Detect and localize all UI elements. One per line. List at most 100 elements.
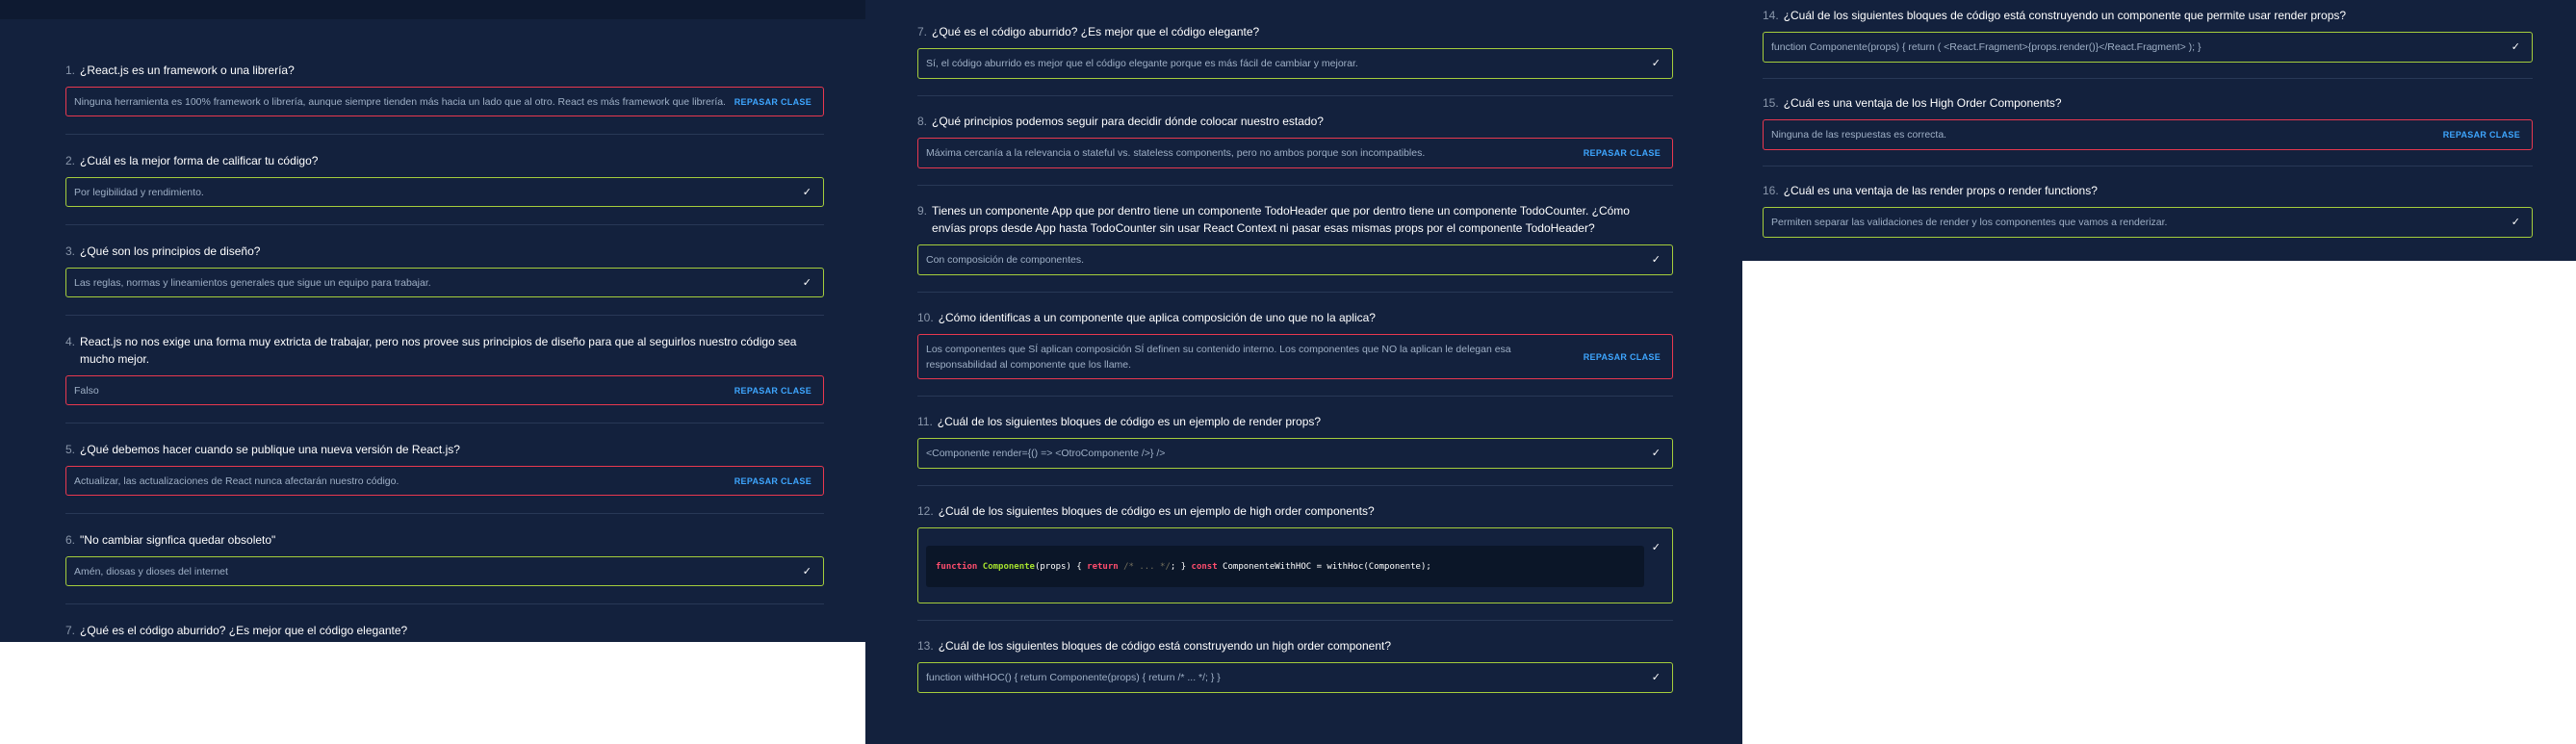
question-title: ¿Qué es el código aburrido? ¿Es mejor qu… [932,25,1260,38]
check-icon: ✓ [802,276,811,289]
question-number: 1. [65,64,76,77]
divider [65,224,824,225]
code-token: function [936,561,978,572]
answer-text: Ninguna herramienta es 100% framework o … [74,95,725,108]
divider [65,513,824,514]
question-title: ¿Cuál de los siguientes bloques de códig… [1783,9,2347,22]
review-class-link[interactable]: REPASAR CLASE [2443,127,2520,142]
answer-correct: function withHOC() { return Componente(p… [917,662,1673,693]
question-number: 14. [1763,9,1779,22]
question-list: 7. ¿Qué es el código aburrido? ¿Es mejor … [917,23,1673,693]
question-number: 13. [917,639,934,653]
question-number: 5. [65,443,76,456]
code-token: ComponenteWithHOC = withHoc(Componente); [1217,561,1431,572]
question-title: React.js no nos exige una forma muy extr… [80,335,797,366]
question-title: ¿Cómo identificas a un componente que ap… [938,311,1376,324]
review-class-link[interactable]: REPASAR CLASE [734,474,811,489]
question-number: 6. [65,533,76,547]
check-icon: ✓ [1651,254,1661,266]
review-class-link[interactable]: REPASAR CLASE [734,383,811,398]
code-token: const [1191,561,1218,572]
code-token: ; } [1170,561,1192,572]
answer-correct: Con composición de componentes. ✓ [917,244,1673,275]
check-icon: ✓ [802,565,811,577]
answer-text: function withHOC() { return Componente(p… [926,672,1221,683]
answer-correct: Sí, el código aburrido es mejor que el c… [917,48,1673,79]
question-title: "No cambiar signfica quedar obsoleto" [80,533,276,547]
answer-correct: Amén, diosas y dioses del internet ✓ [65,556,824,586]
answer-text: Las reglas, normas y lineamientos genera… [74,276,431,289]
quiz-results-panel-2: 7. ¿Qué es el código aburrido? ¿Es mejor … [865,0,1742,744]
answer-text: Ninguna de las respuestas es correcta. [1771,129,1947,141]
answer-text: <Componente render={() => <OtroComponent… [926,448,1166,459]
question-6: 6. "No cambiar signfica quedar obsoleto" … [65,531,824,586]
review-class-link[interactable]: REPASAR CLASE [1584,349,1661,365]
question-title: ¿Qué es el código aburrido? ¿Es mejor qu… [80,624,408,637]
question-9: 9. Tienes un componente App que por dentr… [917,202,1673,275]
divider [65,603,824,604]
question-title: ¿Cuál es una ventaja de las render props… [1783,184,2098,197]
review-class-link[interactable]: REPASAR CLASE [734,94,811,110]
quiz-results-panel-3: 14. ¿Cuál de los siguientes bloques de có… [1742,0,2576,261]
answer-text: Actualizar, las actualizaciones de React… [74,475,399,487]
question-number: 7. [65,624,76,637]
question-number: 12. [917,504,934,518]
answer-text: Con composición de componentes. [926,254,1085,266]
question-7: 7. ¿Qué es el código aburrido? ¿Es mejor … [917,23,1673,79]
code-token: return [1087,561,1119,572]
answer-text: Por legibilidad y rendimiento. [74,186,204,198]
answer-text: Máxima cercanía a la relevancia o statef… [926,147,1426,159]
answer-incorrect: Falso REPASAR CLASE [65,375,824,405]
answer-correct-code: function Componente(props) { return /* .… [917,527,1673,603]
answer-text: function Componente(props) { return ( <R… [1771,41,2202,53]
answer-correct: function Componente(props) { return ( <R… [1763,32,2533,63]
question-7-partial: 7. ¿Qué es el código aburrido? ¿Es mejor … [65,622,824,639]
question-number: 7. [917,25,928,38]
divider [917,396,1673,397]
answer-incorrect: Máxima cercanía a la relevancia o statef… [917,138,1673,168]
check-icon: ✓ [802,186,811,198]
question-3: 3. ¿Qué son los principios de diseño? Las… [65,243,824,297]
question-title: ¿Cuál de los siguientes bloques de códig… [937,415,1322,428]
check-icon: ✓ [1651,672,1661,683]
check-icon: ✓ [2511,41,2520,53]
question-8: 8. ¿Qué principios podemos seguir para de… [917,113,1673,168]
answer-text: Los componentes que SÍ aplican composici… [926,343,1511,371]
question-16: 16. ¿Cuál es una ventaja de las render pr… [1763,182,2533,238]
code-token: /* ... */ [1118,561,1171,572]
question-number: 9. [917,204,928,218]
question-title: ¿React.js es un framework o una librería… [80,64,295,77]
divider [65,315,824,316]
question-12: 12. ¿Cuál de los siguientes bloques de có… [917,502,1673,603]
question-title: ¿Cuál de los siguientes bloques de códig… [938,639,1391,653]
question-title: ¿Qué principios podemos seguir para deci… [932,115,1324,128]
question-number: 15. [1763,96,1779,110]
divider [1763,166,2533,167]
question-number: 2. [65,154,76,167]
review-class-link[interactable]: REPASAR CLASE [1584,145,1661,161]
check-icon: ✓ [1651,58,1661,69]
question-title: ¿Cuál es la mejor forma de calificar tu … [80,154,319,167]
question-title: Tienes un componente App que por dentro … [932,204,1630,235]
answer-incorrect: Ninguna de las respuestas es correcta. R… [1763,119,2533,150]
question-list: 1. ¿React.js es un framework o una librer… [65,62,824,642]
question-11: 11. ¿Cuál de los siguientes bloques de có… [917,413,1673,469]
question-number: 10. [917,311,934,324]
question-title: ¿Qué debemos hacer cuando se publique un… [80,443,460,456]
divider [65,134,824,135]
answer-correct: Las reglas, normas y lineamientos genera… [65,268,824,297]
question-10: 10. ¿Cómo identificas a un componente que… [917,309,1673,379]
answer-text: Falso [74,384,99,397]
question-number: 4. [65,335,76,348]
question-list: 14. ¿Cuál de los siguientes bloques de có… [1763,7,2533,238]
divider [917,292,1673,293]
divider [917,185,1673,186]
answer-incorrect: Los componentes que SÍ aplican composici… [917,334,1673,379]
answer-text: Sí, el código aburrido es mejor que el c… [926,58,1358,69]
divider [917,95,1673,96]
code-token: Componente [982,561,1035,572]
divider [917,620,1673,621]
question-number: 3. [65,244,76,258]
top-bar [0,0,865,19]
question-4: 4. React.js no nos exige una forma muy ex… [65,333,824,405]
